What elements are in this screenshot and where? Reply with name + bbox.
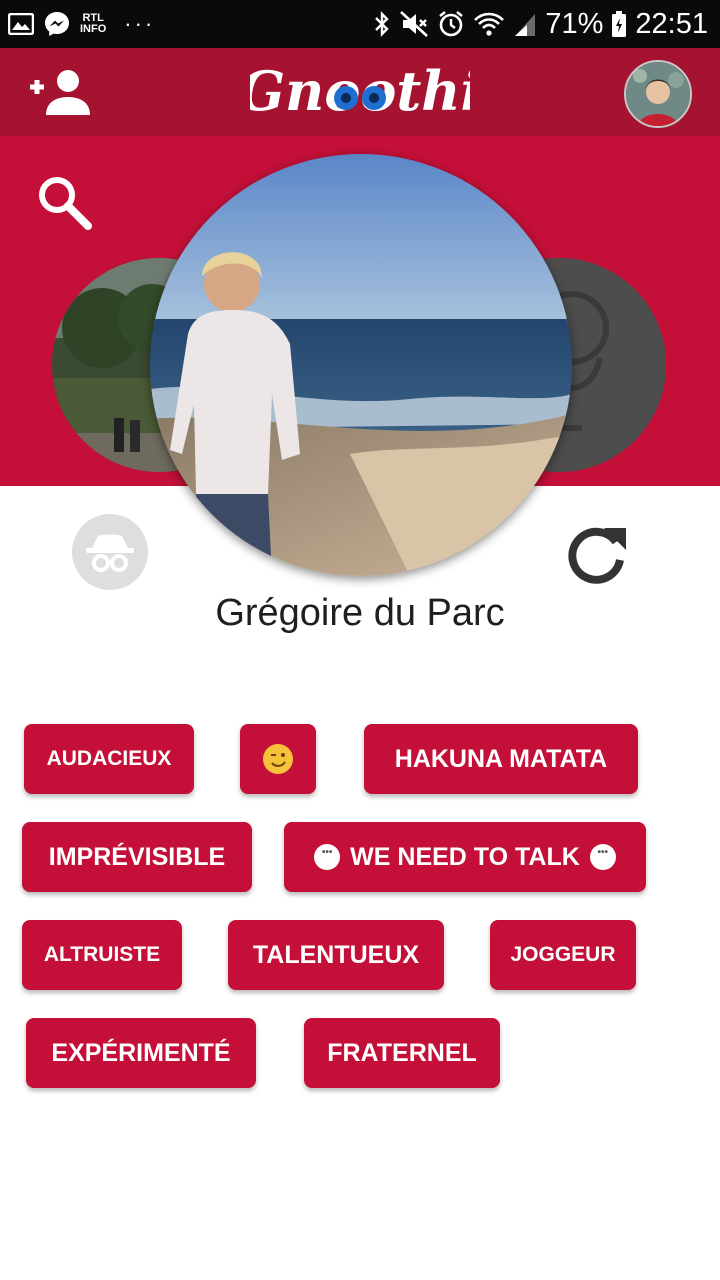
incognito-icon xyxy=(86,534,134,572)
refresh-icon[interactable] xyxy=(560,518,634,592)
tag-altruiste[interactable]: ALTRUISTE xyxy=(22,920,182,990)
wink-emoji-icon xyxy=(263,744,293,774)
user-avatar[interactable] xyxy=(624,60,692,128)
tag-label: FRATERNEL xyxy=(327,1038,477,1067)
tag-we-need-to-talk[interactable]: WE NEED TO TALK xyxy=(284,822,646,892)
tag-hakuna-matata[interactable]: HAKUNA MATATA xyxy=(364,724,638,794)
tag-experimente[interactable]: EXPÉRIMENTÉ xyxy=(26,1018,256,1088)
chat-bubble-icon xyxy=(589,844,616,870)
app-logo: Gnoothi xyxy=(250,59,470,123)
tag-audacieux[interactable]: AUDACIEUX xyxy=(24,724,194,794)
tag-label: JOGGEUR xyxy=(510,943,616,966)
tag-wink-emoji[interactable] xyxy=(240,724,316,794)
incognito-button[interactable] xyxy=(72,514,148,590)
alarm-icon xyxy=(439,10,464,37)
chat-bubble-icon xyxy=(314,844,341,870)
clock: 22:51 xyxy=(635,7,708,40)
wifi-icon xyxy=(474,12,505,36)
bluetooth-icon xyxy=(375,11,390,37)
tag-label: TALENTUEUX xyxy=(252,940,420,969)
info-label: INFO xyxy=(80,23,107,35)
tag-label: EXPÉRIMENTÉ xyxy=(51,1038,231,1067)
battery-icon xyxy=(612,11,627,37)
tag-talentueux[interactable]: TALENTUEUX xyxy=(228,920,444,990)
battery-percent: 71% xyxy=(545,7,604,40)
current-profile-photo[interactable] xyxy=(150,154,572,576)
signal-icon xyxy=(515,14,536,36)
gallery-icon xyxy=(8,13,34,35)
app-header: Gnoothi xyxy=(0,48,720,136)
status-bar: RTL INFO ··· 71% 22:51 xyxy=(0,0,720,48)
app-name: Gnoothi xyxy=(250,59,470,123)
rtl-info-icon: RTL INFO xyxy=(80,13,106,35)
status-bar-right: 71% 22:51 xyxy=(373,6,708,42)
more-dots-icon: ··· xyxy=(124,11,156,36)
status-bar-left: RTL INFO ··· xyxy=(8,8,155,40)
messenger-icon xyxy=(45,12,69,36)
search-icon[interactable] xyxy=(34,172,96,234)
tag-label: WE NEED TO TALK xyxy=(350,842,580,871)
tag-imprevisible[interactable]: IMPRÉVISIBLE xyxy=(22,822,252,892)
tag-label: ALTRUISTE xyxy=(43,943,161,966)
tag-joggeur[interactable]: JOGGEUR xyxy=(490,920,636,990)
tag-fraternel[interactable]: FRATERNEL xyxy=(304,1018,500,1088)
profile-name: Grégoire du Parc xyxy=(215,592,505,634)
mute-icon xyxy=(400,11,429,37)
tag-label: HAKUNA MATATA xyxy=(394,744,608,773)
tag-label: IMPRÉVISIBLE xyxy=(48,842,226,871)
add-person-icon[interactable] xyxy=(28,68,94,118)
tag-label: AUDACIEUX xyxy=(46,747,172,770)
